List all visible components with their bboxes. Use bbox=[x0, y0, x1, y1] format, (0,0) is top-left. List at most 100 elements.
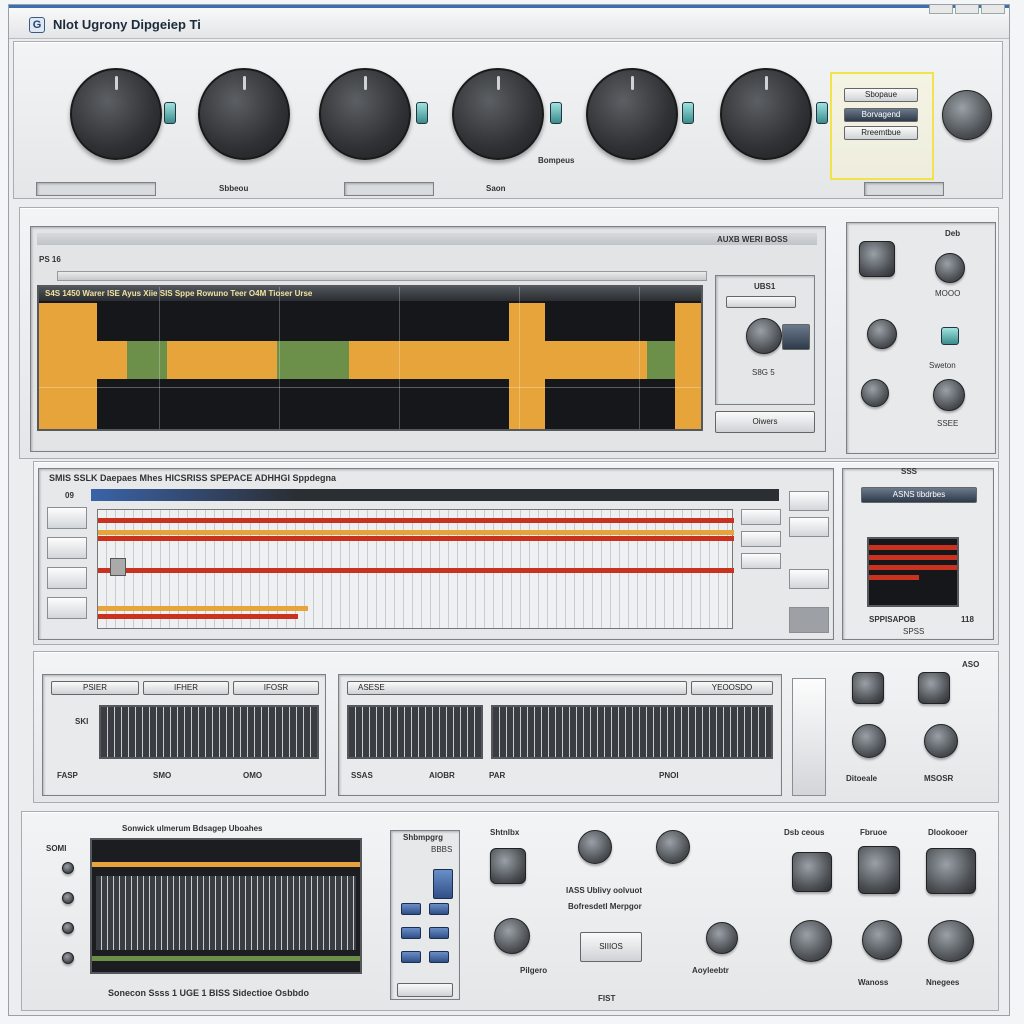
knob-mod-tab-2[interactable] bbox=[416, 102, 428, 124]
seq-side-slot-3[interactable] bbox=[47, 567, 87, 589]
bottom-display[interactable] bbox=[90, 838, 362, 974]
editor-ruler[interactable] bbox=[57, 271, 707, 281]
seq-track-5 bbox=[98, 606, 308, 611]
seq-side-slot-1[interactable] bbox=[47, 507, 87, 529]
knob-mod-tab-4[interactable] bbox=[682, 102, 694, 124]
seq-side-slot-4[interactable] bbox=[47, 597, 87, 619]
lcd-caption: SPPISAPOB bbox=[869, 615, 916, 624]
preset-field-2[interactable]: Borvagend bbox=[844, 108, 918, 122]
seq-right-slot-6[interactable] bbox=[789, 569, 829, 589]
param-slot-2[interactable] bbox=[344, 182, 434, 196]
bottom-center-button[interactable]: SIIIOS bbox=[580, 932, 642, 962]
control-knob-b[interactable] bbox=[867, 319, 897, 349]
bottom-blue-button-4[interactable] bbox=[401, 927, 421, 939]
bottom-blue-button-3[interactable] bbox=[429, 903, 449, 915]
side-panel-toggle[interactable] bbox=[782, 324, 810, 350]
sequencer-grid[interactable] bbox=[97, 509, 734, 629]
minimize-button[interactable] bbox=[929, 5, 953, 14]
editor-side-button[interactable]: Oiwers bbox=[715, 411, 815, 433]
close-button[interactable] bbox=[981, 5, 1005, 14]
maximize-button[interactable] bbox=[955, 5, 979, 14]
mixer-right-tab-1[interactable]: ASESE bbox=[347, 681, 687, 695]
bottom-blue-button-5[interactable] bbox=[429, 927, 449, 939]
bottom-knob-a[interactable] bbox=[578, 830, 612, 864]
bottom-side-dot-2[interactable] bbox=[62, 892, 74, 904]
bottom-knob-d[interactable] bbox=[706, 922, 738, 954]
bottom-blue-button-2[interactable] bbox=[401, 903, 421, 915]
rotary-knob-5[interactable] bbox=[586, 68, 678, 160]
mixer-tab-1[interactable]: PSIER bbox=[51, 681, 139, 695]
seq-right-slot-7[interactable] bbox=[789, 607, 829, 633]
control-knob-c[interactable] bbox=[861, 379, 889, 407]
preset-field-3[interactable]: Rreemtbue bbox=[844, 126, 918, 140]
mixer-knob-1[interactable] bbox=[852, 724, 886, 758]
bottom-blue-button-1[interactable] bbox=[433, 869, 453, 899]
bottom-right-icon-2[interactable] bbox=[858, 846, 900, 894]
output-gain-knob[interactable] bbox=[942, 90, 992, 140]
rotary-knob-3[interactable] bbox=[319, 68, 411, 160]
param-slot-3[interactable] bbox=[864, 182, 944, 196]
bottom-right-group-2: Fbruoe bbox=[860, 828, 888, 837]
waveform-block-4 bbox=[167, 341, 277, 379]
bottom-blue-button-7[interactable] bbox=[429, 951, 449, 963]
editor-control-label-4: SSEE bbox=[937, 419, 959, 428]
preset-field-1[interactable]: Sbopaue bbox=[844, 88, 918, 102]
mixer-footer-1: FASP bbox=[57, 771, 78, 780]
bottom-side-dot-1[interactable] bbox=[62, 862, 74, 874]
bottom-envelope-icon[interactable] bbox=[490, 848, 526, 884]
side-panel-title: UBS1 bbox=[754, 282, 776, 291]
bottom-knob-c[interactable] bbox=[494, 918, 530, 954]
envelope-icon[interactable] bbox=[859, 241, 895, 277]
seq-right-slot-5[interactable] bbox=[789, 517, 829, 537]
mixer-meter-display bbox=[99, 705, 319, 759]
bottom-right-foot-2: Aoyleebtr bbox=[692, 966, 729, 975]
bottom-side-dot-3[interactable] bbox=[62, 922, 74, 934]
seq-right-slot-2[interactable] bbox=[741, 531, 781, 547]
rotary-knob-6[interactable] bbox=[720, 68, 812, 160]
editor-controls-column: Deb MOOO Sweton SSEE bbox=[846, 222, 996, 454]
mixer-filter-icon[interactable] bbox=[918, 672, 950, 704]
param-slot-1[interactable] bbox=[36, 182, 156, 196]
waveform-baseline bbox=[39, 387, 701, 388]
rotary-knob-2[interactable] bbox=[198, 68, 290, 160]
seq-right-slot-3[interactable] bbox=[741, 553, 781, 569]
control-knob-a[interactable] bbox=[935, 253, 965, 283]
rotary-knob-1[interactable] bbox=[70, 68, 162, 160]
waveform-block-8 bbox=[545, 341, 647, 379]
mixer-tab-3[interactable]: IFOSR bbox=[233, 681, 319, 695]
lcd-title[interactable]: ASNS tibdrbes bbox=[861, 487, 977, 503]
bottom-right-foot-4: Nnegees bbox=[926, 978, 960, 987]
control-mod-tab[interactable] bbox=[941, 327, 959, 345]
mixer-fader[interactable] bbox=[792, 678, 826, 796]
bottom-blue-button-6[interactable] bbox=[401, 951, 421, 963]
seq-playhead[interactable] bbox=[110, 558, 126, 576]
seq-right-slot-1[interactable] bbox=[741, 509, 781, 525]
editor-control-label-3: Sweton bbox=[929, 361, 956, 370]
bottom-right-icon-3[interactable] bbox=[926, 848, 976, 894]
bottom-column-footer-button[interactable] bbox=[397, 983, 453, 997]
side-panel-knob[interactable] bbox=[746, 318, 782, 354]
knob-mod-tab-3[interactable] bbox=[550, 102, 562, 124]
mixer-knob-2[interactable] bbox=[924, 724, 958, 758]
knob-mod-tab-1[interactable] bbox=[164, 102, 176, 124]
seq-track-3 bbox=[98, 536, 734, 541]
bottom-right-knob-2[interactable] bbox=[862, 920, 902, 960]
side-panel-field[interactable] bbox=[726, 296, 796, 308]
knob-mod-tab-5[interactable] bbox=[816, 102, 828, 124]
waveform-display[interactable]: S4S 1450 Warer ISE Ayus Xiie SIS Sppe Ro… bbox=[37, 285, 703, 431]
bottom-right-knob-3[interactable] bbox=[928, 920, 974, 962]
bottom-side-dot-4[interactable] bbox=[62, 952, 74, 964]
grid-line bbox=[399, 287, 400, 429]
control-knob-d[interactable] bbox=[933, 379, 965, 411]
seq-right-slot-4[interactable] bbox=[789, 491, 829, 511]
rotary-knob-4[interactable] bbox=[452, 68, 544, 160]
bottom-right-knob-1[interactable] bbox=[790, 920, 832, 962]
seq-side-slot-2[interactable] bbox=[47, 537, 87, 559]
bottom-right-icon-1[interactable] bbox=[792, 852, 832, 892]
mixer-envelope-icon[interactable] bbox=[852, 672, 884, 704]
top-knob-rack: Sbbeou Saon Bompeus Sbopaue Borvagend Rr… bbox=[13, 41, 1003, 199]
bottom-knob-b[interactable] bbox=[656, 830, 690, 864]
mixer-right-tab-2[interactable]: YEOOSDO bbox=[691, 681, 773, 695]
sequencer-toolbar[interactable] bbox=[91, 489, 779, 501]
mixer-tab-2[interactable]: IFHER bbox=[143, 681, 229, 695]
